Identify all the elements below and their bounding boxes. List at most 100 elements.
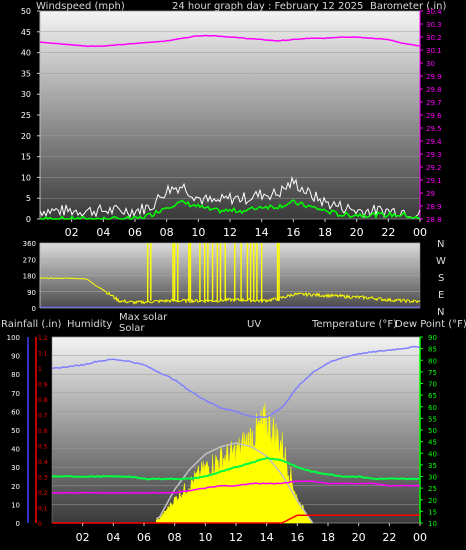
compass-w: W	[436, 256, 446, 267]
barometer-tick-label: 29.2	[426, 164, 442, 172]
temperature-tick-label: 45	[428, 439, 437, 447]
temp-x-axis: 02 04 06 08 10 12 14 16 18 20 22 00	[76, 523, 427, 544]
humidity-tick-label: 60	[11, 408, 20, 416]
wind-y-tick-label: 5	[26, 194, 31, 203]
wind-y-tick-label: 30	[21, 90, 31, 99]
direction-y-tick-label: 90	[27, 289, 36, 297]
chart-title: 24 hour graph day : February 12 2025	[172, 1, 363, 12]
rain-tick-label: 0.4	[38, 459, 48, 466]
direction-y-tick-label: 270	[23, 256, 36, 264]
temperature-tick-label: 60	[428, 404, 437, 412]
humidity-axis-title: Humidity	[67, 319, 112, 330]
rain-tick-label: 0.6	[38, 428, 48, 435]
wind-x-tick-label: 08	[160, 226, 174, 239]
rain-tick-label: 1.2	[38, 335, 48, 342]
temperature-tick-label: 50	[428, 427, 437, 435]
humidity-tick-label: 100	[7, 334, 20, 342]
temp-x-tick-label: 16	[290, 531, 304, 544]
wind-x-tick-label: 16	[286, 226, 300, 239]
temperature-tick-label: 75	[428, 369, 437, 377]
barometer-tick-label: 29.7	[426, 99, 442, 107]
direction-y-axis: 0 90 180 270 360	[23, 240, 41, 313]
barometer-tick-label: 29.1	[426, 177, 442, 185]
rain-tick-label: 1	[38, 366, 42, 373]
rain-tick-label: 0.7	[38, 413, 48, 420]
temp-x-tick-label: 00	[413, 531, 427, 544]
max-solar-label: Max solar	[119, 312, 168, 323]
wind-x-tick-label: 02	[65, 226, 79, 239]
wind-x-tick-label: 20	[350, 226, 364, 239]
barometer-tick-label: 29	[426, 190, 435, 198]
barometer-tick-label: 29.9	[426, 73, 442, 81]
temperature-tick-label: 65	[428, 392, 437, 400]
wind-x-tick-label: 14	[255, 226, 269, 239]
rain-tick-label: 0.1	[38, 506, 48, 513]
rain-tick-label: 0	[38, 521, 42, 528]
temperature-tick-label: 40	[428, 450, 437, 458]
temperature-tick-label: 70	[428, 381, 437, 389]
humidity-tick-label: 40	[11, 446, 20, 454]
humidity-tick-label: 70	[11, 390, 20, 398]
temperature-tick-label: 35	[428, 462, 437, 470]
wind-x-tick-label: 22	[381, 226, 395, 239]
barometer-tick-label: 29.5	[426, 125, 442, 133]
direction-y-tick-label: 360	[23, 240, 36, 248]
uv-label: UV	[247, 319, 261, 330]
wind-x-tick-label: 04	[96, 226, 110, 239]
weather-charts-svg: Windspeed (mph) 24 hour graph day : Febr…	[1, 1, 466, 544]
wind-x-tick-label: 06	[128, 226, 142, 239]
wind-y-tick-label: 20	[21, 132, 31, 141]
barometer-tick-label: 30	[426, 60, 435, 68]
temperature-tick-label: 25	[428, 485, 437, 493]
barometer-tick-label: 28.9	[426, 203, 442, 211]
barometer-tick-label: 30.1	[426, 47, 442, 55]
wind-y-tick-label: 50	[21, 7, 31, 16]
temp-x-tick-label: 10	[198, 531, 212, 544]
rain-tick-label: 1.1	[38, 351, 48, 358]
wind-y-tick-label: 25	[21, 111, 31, 120]
barometer-tick-label: 29.6	[426, 112, 442, 120]
temp-x-tick-label: 22	[382, 531, 396, 544]
temperature-tick-label: 10	[428, 520, 437, 528]
rain-tick-label: 0.3	[38, 475, 48, 482]
temperature-tick-label: 30	[428, 474, 437, 482]
compass-n-top: N	[437, 239, 444, 250]
barometer-tick-label: 30.4	[426, 8, 442, 16]
humidity-tick-label: 50	[11, 427, 20, 435]
windspeed-axis-title: Windspeed (mph)	[36, 1, 125, 12]
barometer-tick-label: 28.8	[426, 216, 442, 224]
temperature-tick-label: 80	[428, 357, 437, 365]
temp-x-tick-label: 12	[229, 531, 243, 544]
temp-x-tick-label: 08	[168, 531, 182, 544]
wind-y-tick-label: 40	[21, 49, 31, 58]
compass-n-bottom: N	[437, 307, 444, 318]
humidity-tick-label: 10	[11, 501, 20, 509]
temp-x-tick-label: 14	[260, 531, 274, 544]
barometer-y-axis: 28.8 28.9 29 29.1 29.2 29.3 29.4 29.5 29.6 29.7 29…	[419, 8, 442, 224]
compass-s: S	[438, 273, 444, 284]
direction-y-tick-label: 0	[32, 305, 36, 313]
wind-y-tick-label: 15	[21, 153, 31, 162]
barometer-tick-label: 29.4	[426, 138, 442, 146]
barometer-tick-label: 29.8	[426, 86, 442, 94]
wind-y-tick-label: 45	[21, 28, 31, 37]
temp-x-tick-label: 02	[76, 531, 90, 544]
rain-tick-label: 0.8	[38, 397, 48, 404]
rainfall-axis-title: Rainfall (.in)	[1, 319, 62, 330]
humidity-tick-label: 90	[11, 353, 20, 361]
temp-x-tick-label: 18	[321, 531, 335, 544]
humidity-tick-label: 20	[11, 483, 20, 491]
wind-x-tick-label: 00	[413, 226, 427, 239]
temperature-tick-label: 55	[428, 415, 437, 423]
temperature-tick-label: 90	[428, 334, 437, 342]
wind-x-axis: 02 04 06 08 10 12 14 16 18 20 22 00	[65, 219, 427, 239]
wind-x-tick-label: 12	[223, 226, 237, 239]
temperature-axis-title: Temperature (°F)	[311, 319, 397, 330]
temperature-tick-label: 20	[428, 497, 437, 505]
temp-x-tick-label: 20	[352, 531, 366, 544]
humidity-tick-label: 0	[16, 520, 20, 528]
direction-y-tick-label: 180	[23, 273, 36, 281]
temperature-tick-label: 15	[428, 508, 437, 516]
humidity-tick-label: 30	[11, 464, 20, 472]
wind-y-tick-label: 35	[21, 69, 31, 78]
